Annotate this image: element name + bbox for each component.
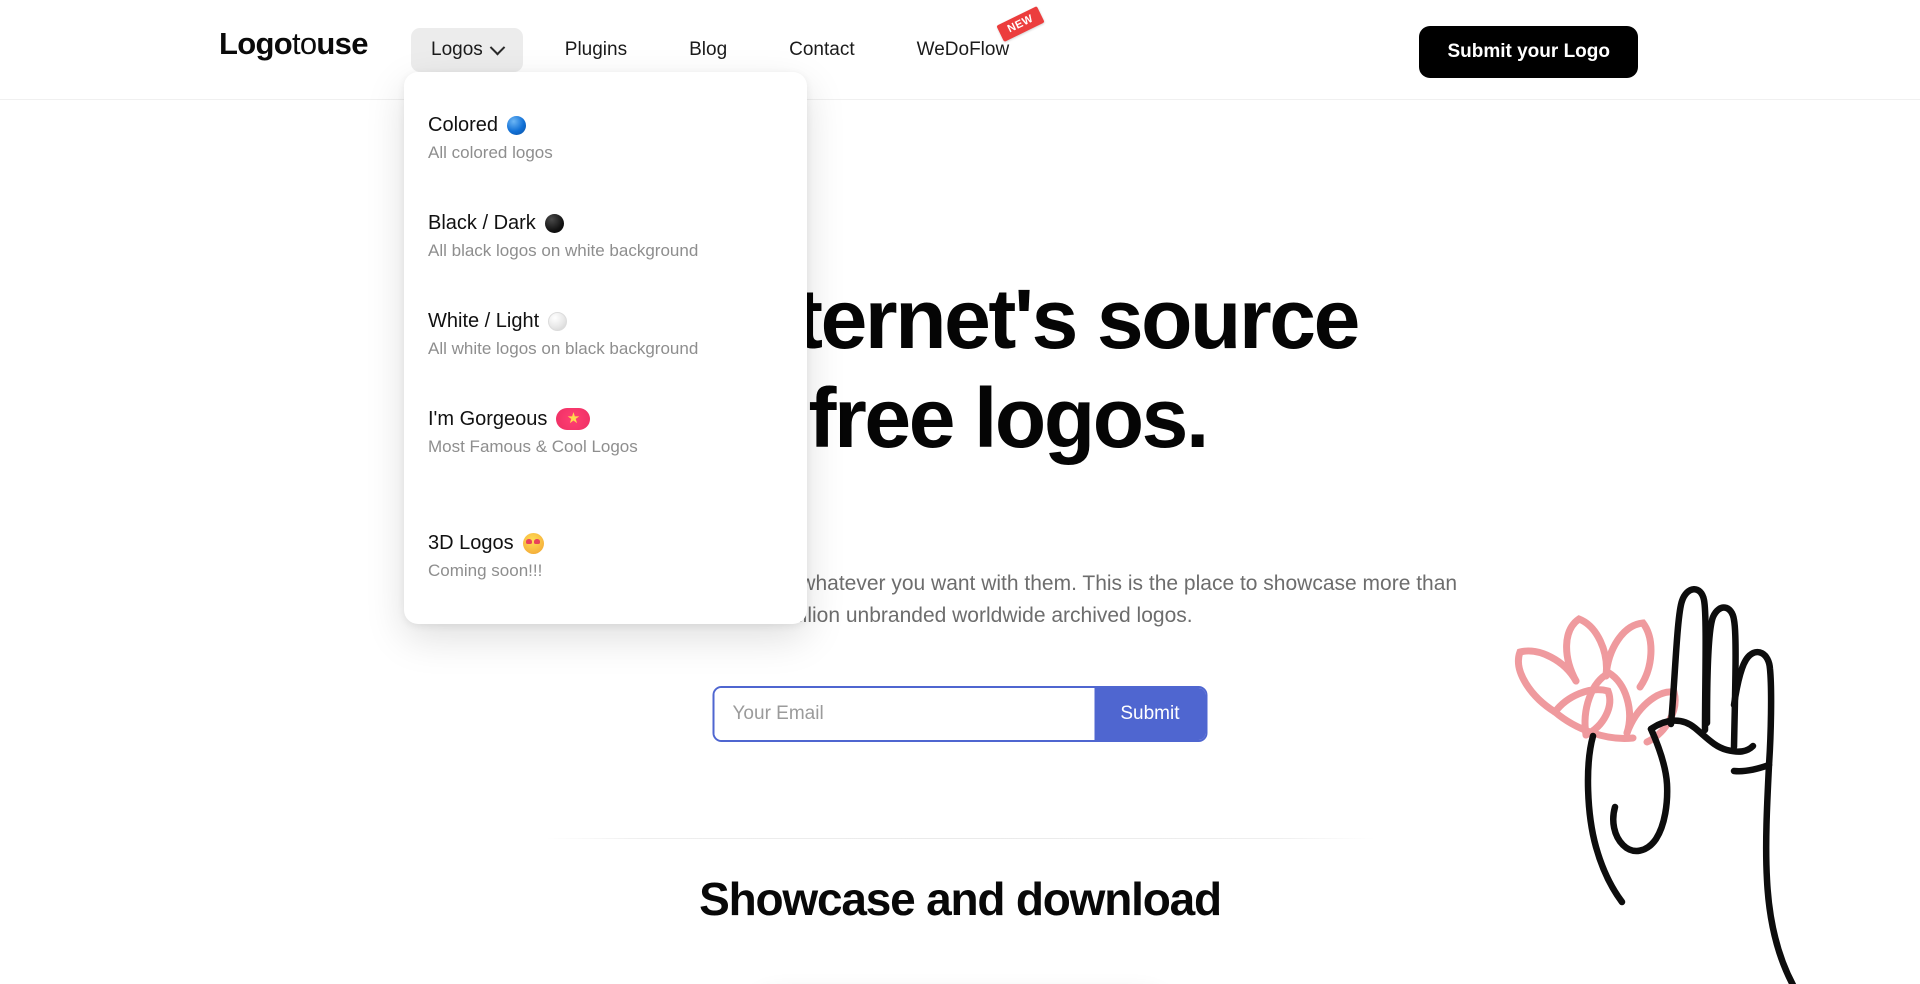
dropdown-item-black-dark[interactable]: Black / Dark All black logos on white ba… (404, 198, 807, 274)
nav-item-wedoflow[interactable]: WeDoFlow NEW (897, 6, 1045, 72)
new-badge: NEW (996, 6, 1045, 43)
newsletter-form: Submit (712, 686, 1208, 742)
dropdown-item-im-gorgeous-label: I'm Gorgeous (428, 408, 548, 431)
chevron-down-icon (489, 39, 506, 55)
lotus-flower-icon (1515, 615, 1679, 746)
dropdown-item-3d-logos-subtitle: Coming soon!!! (428, 561, 543, 581)
dropdown-item-im-gorgeous-title: I'm Gorgeous (428, 406, 783, 432)
brand-part-logo: Logo (219, 26, 293, 61)
nav-item-plugins[interactable]: Plugins (545, 28, 647, 72)
page-title: The internet's source of free logos. (0, 270, 1920, 468)
brand-part-to: to (291, 26, 317, 61)
dropdown-item-white-light[interactable]: White / Light All white logos on black b… (404, 296, 807, 372)
dropdown-spacer (404, 372, 807, 394)
brand-part-use: use (316, 26, 368, 61)
white-circle-emoji-icon (548, 311, 568, 331)
nav-item-blog[interactable]: Blog (669, 28, 747, 72)
nav-item-wedoflow-label: WeDoFlow (916, 39, 1010, 60)
glowing-star-emoji-icon (556, 408, 591, 431)
nav-item-plugins-label: Plugins (564, 39, 628, 60)
blue-circle-emoji-icon (507, 115, 527, 135)
dropdown-item-colored-label: Colored (428, 114, 499, 136)
dropdown-item-3d-logos-title: 3D Logos (428, 530, 783, 556)
dropdown-item-3d-logos-label: 3D Logos (428, 532, 514, 555)
nav-item-logos[interactable]: Logos (411, 28, 523, 72)
dropdown-item-colored-subtitle: All colored logos (428, 143, 553, 162)
dropdown-item-3d-logos[interactable]: 3D Logos Coming soon!!! (404, 518, 807, 594)
showcase-heading: Showcase and download (699, 873, 1222, 925)
dropdown-item-colored[interactable]: Colored All colored logos (404, 100, 807, 176)
dropdown-item-colored-title: Colored (428, 112, 783, 138)
nav-item-logos-label: Logos (431, 39, 483, 60)
section-divider (545, 838, 1375, 839)
black-circle-emoji-icon (544, 213, 564, 233)
dropdown-item-black-dark-title: Black / Dark (428, 210, 783, 236)
dropdown-item-black-dark-label: Black / Dark (428, 212, 536, 235)
dropdown-item-white-light-title: White / Light (428, 308, 783, 334)
email-submit-button[interactable]: Submit (1094, 688, 1206, 740)
submit-your-logo-button[interactable]: Submit your Logo (1419, 26, 1638, 78)
dropdown-item-white-light-label: White / Light (428, 310, 540, 333)
dropdown-spacer (404, 176, 807, 198)
heart-eyes-emoji-icon (522, 532, 544, 554)
nav-item-contact[interactable]: Contact (769, 28, 874, 72)
brand-logo[interactable]: Logotouse (219, 28, 368, 59)
dropdown-item-white-light-subtitle: All white logos on black background (428, 339, 699, 359)
dropdown-spacer (404, 274, 807, 296)
email-input[interactable] (714, 688, 1095, 740)
dropdown-item-black-dark-subtitle: All black logos on white background (428, 241, 699, 261)
hero-section: The internet's source of free logos. Dow… (0, 100, 1920, 984)
hero-title-line-2: of free logos. (713, 371, 1209, 466)
dropdown-item-im-gorgeous-subtitle: Most Famous & Cool Logos (428, 437, 638, 457)
dropdown-item-im-gorgeous[interactable]: I'm Gorgeous Most Famous & Cool Logos (404, 394, 807, 470)
nav-item-blog-label: Blog (689, 39, 728, 60)
nav-item-contact-label: Contact (789, 39, 855, 60)
site-header: Logotouse Logos Plugins Blog Contact WeD… (0, 0, 1920, 100)
logos-dropdown-menu: Colored All colored logos Black / Dark A… (404, 72, 807, 625)
dropdown-spacer (404, 470, 807, 518)
